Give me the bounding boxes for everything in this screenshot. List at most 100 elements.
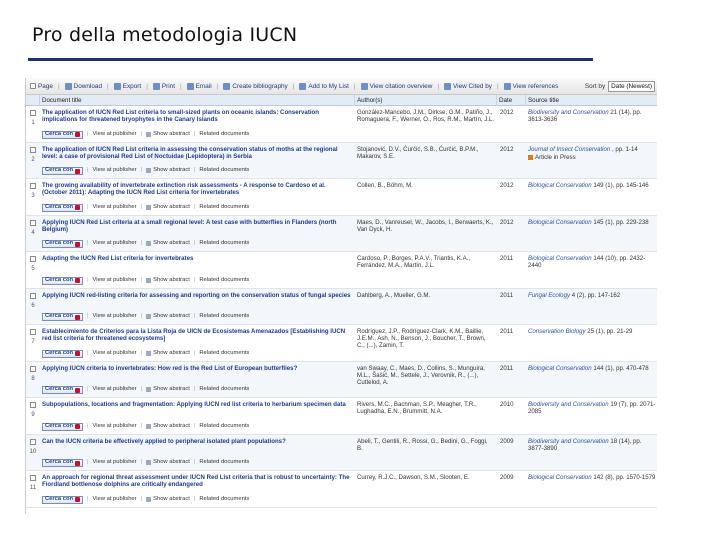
column-authors[interactable]: Author(s) — [355, 95, 497, 106]
document-title-link[interactable]: The application of IUCN Red List criteri… — [42, 109, 352, 123]
document-title-link[interactable]: Can the IUCN criteria be effectively app… — [42, 438, 352, 445]
document-title-link[interactable]: Applying IUCN red-listing criteria for a… — [42, 292, 352, 299]
source-title-link[interactable]: Fungal Ecology — [528, 292, 570, 299]
row-checkbox[interactable] — [30, 146, 36, 153]
view-at-publisher-link[interactable]: View at publisher — [93, 386, 137, 393]
view-at-publisher-link[interactable]: View at publisher — [93, 423, 137, 430]
print-button[interactable]: Print — [149, 82, 179, 90]
view-at-publisher-link[interactable]: View at publisher — [93, 167, 137, 174]
column-document-title[interactable]: Document title — [40, 95, 355, 106]
view-at-publisher-link[interactable]: View at publisher — [93, 131, 137, 138]
view-at-publisher-link[interactable]: View at publisher — [93, 350, 137, 357]
source-title-link[interactable]: Biological Conservation — [528, 255, 592, 262]
export-button[interactable]: Export — [110, 82, 145, 90]
cerca-button[interactable]: Cerca con — [42, 422, 84, 431]
authors-cell[interactable]: Collen, B., Böhm, M. — [355, 179, 497, 215]
source-title-link[interactable]: Biodiversity and Conservation — [528, 438, 609, 445]
row-checkbox[interactable] — [30, 475, 36, 481]
related-documents-link[interactable]: Related documents — [199, 240, 249, 247]
document-title-link[interactable]: Adapting the IUCN Red List criteria for … — [42, 255, 352, 262]
authors-cell[interactable]: Rodríguez, J.P., Rodríguez-Clark, K.M., … — [355, 325, 497, 361]
cerca-button[interactable]: Cerca con — [42, 240, 84, 248]
column-source-title[interactable]: Source title — [526, 95, 657, 106]
row-checkbox[interactable] — [30, 183, 36, 189]
related-documents-link[interactable]: Related documents — [199, 167, 249, 174]
authors-cell[interactable]: van Swaay, C., Maes, D., Collins, S., Mu… — [355, 362, 497, 398]
show-abstract-link[interactable]: Show abstract — [146, 131, 190, 138]
document-title-link[interactable]: Subpopulations, locations and fragmentat… — [42, 401, 352, 408]
source-title-link[interactable]: Biodiversity and Conservation — [528, 401, 609, 408]
view-at-publisher-link[interactable]: View at publisher — [93, 459, 137, 466]
cerca-button[interactable]: Cerca con — [42, 459, 84, 467]
row-checkbox[interactable] — [30, 402, 36, 408]
authors-cell[interactable]: Dahlberg, A., Mueller, G.M. — [355, 289, 497, 325]
show-abstract-link[interactable]: Show abstract — [146, 350, 190, 357]
cerca-button[interactable]: Cerca con — [42, 130, 84, 139]
cited-by-button[interactable]: View Cited by — [440, 82, 496, 90]
source-title-link[interactable]: Conservation Biology — [528, 328, 586, 335]
show-abstract-link[interactable]: Show abstract — [146, 240, 190, 247]
row-checkbox[interactable] — [30, 365, 36, 372]
show-abstract-link[interactable]: Show abstract — [146, 386, 190, 393]
row-checkbox[interactable] — [30, 110, 36, 116]
view-at-publisher-link[interactable]: View at publisher — [93, 204, 137, 211]
cerca-button[interactable]: Cerca con — [42, 167, 84, 175]
download-button[interactable]: Download — [61, 82, 106, 90]
cerca-button[interactable]: Cerca con — [42, 495, 84, 504]
related-documents-link[interactable]: Related documents — [199, 423, 249, 430]
select-page-toggle[interactable]: Page — [26, 83, 57, 90]
source-title-link[interactable]: Biodiversity and Conservation — [528, 109, 609, 116]
related-documents-link[interactable]: Related documents — [199, 386, 249, 393]
related-documents-link[interactable]: Related documents — [199, 131, 249, 138]
references-button[interactable]: View references — [500, 82, 563, 90]
cerca-button[interactable]: Cerca con — [42, 313, 84, 321]
view-at-publisher-link[interactable]: View at publisher — [93, 240, 137, 247]
show-abstract-link[interactable]: Show abstract — [146, 167, 190, 174]
document-title-link[interactable]: The application of IUCN Red List criteri… — [42, 146, 352, 160]
related-documents-link[interactable]: Related documents — [199, 459, 249, 466]
source-title-link[interactable]: Biological Conservation — [528, 474, 592, 481]
source-title-link[interactable]: Biological Conservation — [528, 182, 592, 189]
related-documents-link[interactable]: Related documents — [199, 277, 249, 284]
cerca-button[interactable]: Cerca con — [42, 203, 84, 212]
source-title-link[interactable]: Biological Conservation — [528, 219, 592, 226]
show-abstract-link[interactable]: Show abstract — [146, 204, 190, 211]
row-checkbox[interactable] — [30, 438, 36, 445]
show-abstract-link[interactable]: Show abstract — [146, 496, 190, 503]
authors-cell[interactable]: Rivers, M.C., Bachman, S.P., Meagher, T.… — [355, 398, 497, 434]
document-title-link[interactable]: Applying IUCN Red List criteria at a sma… — [42, 219, 352, 233]
authors-cell[interactable]: Cardoso, P., Borges, P.A.V., Triantis, K… — [355, 252, 497, 288]
authors-cell[interactable]: Abeli, T., Gentili, R., Rossi, G., Bedin… — [355, 435, 497, 471]
view-at-publisher-link[interactable]: View at publisher — [93, 277, 137, 284]
row-checkbox[interactable] — [30, 256, 36, 262]
sort-select[interactable]: Date (Newest) — [608, 80, 655, 92]
view-at-publisher-link[interactable]: View at publisher — [93, 496, 137, 503]
cerca-button[interactable]: Cerca con — [42, 276, 84, 285]
show-abstract-link[interactable]: Show abstract — [146, 459, 190, 466]
show-abstract-link[interactable]: Show abstract — [146, 277, 190, 284]
related-documents-link[interactable]: Related documents — [199, 350, 249, 357]
column-date[interactable]: Date — [497, 95, 526, 106]
document-title-link[interactable]: An approach for regional threat assessme… — [42, 474, 352, 488]
document-title-link[interactable]: Applying IUCN criteria to invertebrates:… — [42, 365, 352, 372]
authors-cell[interactable]: Stojanović, D.V., Ćurčić, S.B., Ćurčić, … — [355, 143, 497, 179]
view-at-publisher-link[interactable]: View at publisher — [93, 313, 137, 320]
email-button[interactable]: Email — [183, 82, 216, 90]
show-abstract-link[interactable]: Show abstract — [146, 423, 190, 430]
related-documents-link[interactable]: Related documents — [199, 204, 249, 211]
add-to-list-button[interactable]: Add to My List — [295, 82, 353, 90]
related-documents-link[interactable]: Related documents — [199, 496, 249, 503]
row-checkbox[interactable] — [30, 219, 36, 226]
row-checkbox[interactable] — [30, 292, 36, 299]
show-abstract-link[interactable]: Show abstract — [146, 313, 190, 320]
document-title-link[interactable]: The growing availability of invertebrate… — [42, 182, 352, 196]
authors-cell[interactable]: González-Mancebo, J.M., Dirkse, G.M., Pa… — [355, 106, 497, 142]
cerca-button[interactable]: Cerca con — [42, 349, 84, 358]
row-checkbox[interactable] — [30, 329, 36, 335]
document-title-link[interactable]: Establecimiento de Criterios para la Lis… — [42, 328, 352, 342]
cerca-button[interactable]: Cerca con — [42, 386, 84, 394]
authors-cell[interactable]: Maes, D., Vanreusel, W., Jacobs, I., Ber… — [355, 216, 497, 252]
authors-cell[interactable]: Currey, R.J.C., Dawson, S.M., Slooten, E… — [355, 471, 497, 507]
citation-overview-button[interactable]: View citation overview — [357, 82, 437, 90]
related-documents-link[interactable]: Related documents — [199, 313, 249, 320]
